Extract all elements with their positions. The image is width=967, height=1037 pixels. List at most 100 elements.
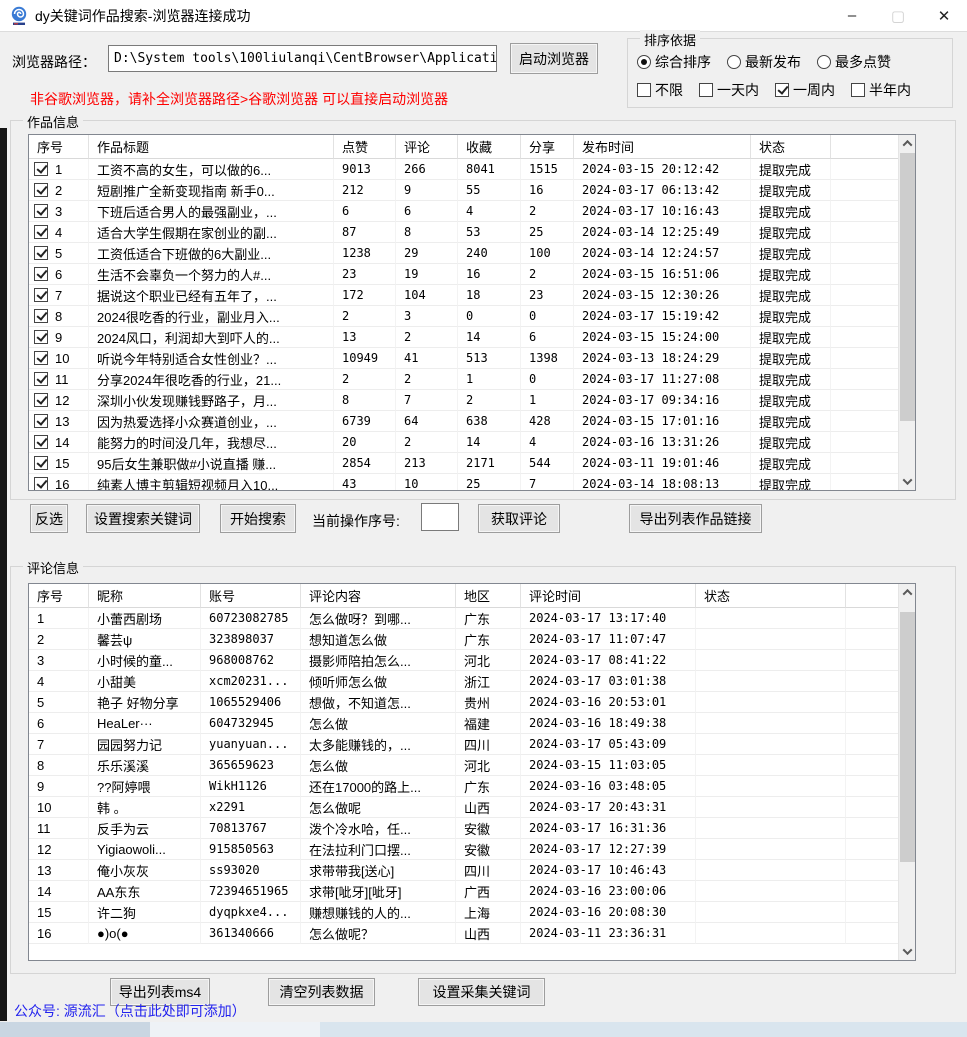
row-checkbox[interactable] bbox=[34, 330, 48, 344]
scroll-down-icon[interactable] bbox=[899, 473, 916, 490]
row-checkbox[interactable] bbox=[34, 477, 48, 491]
comments-table-row[interactable]: 4小甜美xcm20231...倾听师怎么做浙江2024-03-17 03:01:… bbox=[29, 671, 898, 692]
comments-scrollbar[interactable] bbox=[898, 584, 915, 960]
invert-selection-button[interactable]: 反选 bbox=[30, 504, 68, 533]
comments-header-region[interactable]: 地区 bbox=[456, 584, 521, 608]
comments-table-row[interactable]: 13俺小灰灰ss93020求带带我[送心]四川2024-03-17 10:46:… bbox=[29, 860, 898, 881]
works-table-row[interactable]: 82024很吃香的行业，副业月入...23002024-03-17 15:19:… bbox=[29, 306, 898, 327]
row-checkbox[interactable] bbox=[34, 225, 48, 239]
radio-icon[interactable] bbox=[727, 55, 741, 69]
scrollbar-thumb[interactable] bbox=[900, 153, 915, 421]
export-work-links-button[interactable]: 导出列表作品链接 bbox=[629, 504, 762, 533]
row-checkbox[interactable] bbox=[34, 204, 48, 218]
clear-list-button[interactable]: 清空列表数据 bbox=[268, 978, 375, 1006]
official-account-link[interactable]: 公众号: 源流汇（点击此处即可添加） bbox=[14, 1001, 246, 1021]
row-checkbox[interactable] bbox=[34, 351, 48, 365]
works-table-row[interactable]: 10听说今年特别适合女性创业？...109494151313982024-03-… bbox=[29, 348, 898, 369]
row-checkbox[interactable] bbox=[34, 246, 48, 260]
works-table-row[interactable]: 4适合大学生假期在家创业的副...87853252024-03-14 12:25… bbox=[29, 222, 898, 243]
works-table-row[interactable]: 1工资不高的女生，可以做的6...9013266804115152024-03-… bbox=[29, 159, 898, 180]
get-comments-button[interactable]: 获取评论 bbox=[478, 504, 560, 533]
checkbox-icon[interactable] bbox=[637, 83, 651, 97]
radio-icon[interactable] bbox=[637, 55, 651, 69]
checkbox-icon[interactable] bbox=[775, 83, 789, 97]
works-table-row[interactable]: 5工资低适合下班做的6大副业...1238292401002024-03-14 … bbox=[29, 243, 898, 264]
comments-table-row[interactable]: 3小时候的童...968008762摄影师陪拍怎么...河北2024-03-17… bbox=[29, 650, 898, 671]
comments-table-row[interactable]: 7园园努力记yuanyuan...太多能赚钱的，...四川2024-03-17 … bbox=[29, 734, 898, 755]
launch-browser-button[interactable]: 启动浏览器 bbox=[510, 43, 598, 74]
works-header-shares[interactable]: 分享 bbox=[521, 135, 574, 159]
comments-table-row[interactable]: 1小蕾西剧场60723082785怎么做呀？到哪...广东2024-03-17 … bbox=[29, 608, 898, 629]
works-header-time[interactable]: 发布时间 bbox=[574, 135, 751, 159]
comments-header-seq[interactable]: 序号 bbox=[29, 584, 89, 608]
set-collect-keyword-button[interactable]: 设置采集关键词 bbox=[418, 978, 545, 1006]
works-header-seq[interactable]: 序号 bbox=[29, 135, 89, 159]
current-seq-input[interactable] bbox=[421, 503, 459, 531]
row-checkbox[interactable] bbox=[34, 288, 48, 302]
comments-header-time[interactable]: 评论时间 bbox=[521, 584, 696, 608]
works-table-row[interactable]: 7据说这个职业已经有五年了，...17210418232024-03-15 12… bbox=[29, 285, 898, 306]
row-checkbox[interactable] bbox=[34, 456, 48, 470]
comments-table-row[interactable]: 8乐乐溪溪365659623怎么做河北2024-03-15 11:03:05 bbox=[29, 755, 898, 776]
works-table-row[interactable]: 92024风口，利润却大到吓人的...1321462024-03-15 15:2… bbox=[29, 327, 898, 348]
works-table-row[interactable]: 12深圳小伙发现赚钱野路子，月...87212024-03-17 09:34:1… bbox=[29, 390, 898, 411]
close-button[interactable]: ✕ bbox=[921, 0, 967, 32]
comments-table-row[interactable]: 12Yigiaowoli...915850563在法拉利门口摆...安徽2024… bbox=[29, 839, 898, 860]
comments-header-content[interactable]: 评论内容 bbox=[301, 584, 456, 608]
comments-table-row[interactable]: 11反手为云70813767泼个冷水哈，任...安徽2024-03-17 16:… bbox=[29, 818, 898, 839]
scroll-up-icon[interactable] bbox=[899, 135, 916, 152]
works-header-favorites[interactable]: 收藏 bbox=[458, 135, 521, 159]
row-checkbox[interactable] bbox=[34, 372, 48, 386]
comments-table-row[interactable]: 5艳子 好物分享1065529406想做，不知道怎...贵州2024-03-16… bbox=[29, 692, 898, 713]
row-checkbox[interactable] bbox=[34, 393, 48, 407]
comments-table-row[interactable]: 15许二狗dyqpkxe4...赚想赚钱的人的...上海2024-03-16 2… bbox=[29, 902, 898, 923]
row-checkbox[interactable] bbox=[34, 162, 48, 176]
comments-header-status[interactable]: 状态 bbox=[696, 584, 846, 608]
works-table-row[interactable]: 13因为热爱选择小众赛道创业，...6739646384282024-03-15… bbox=[29, 411, 898, 432]
works-header-comments[interactable]: 评论 bbox=[396, 135, 458, 159]
time-filter-option[interactable]: 半年内 bbox=[851, 80, 911, 100]
row-checkbox[interactable] bbox=[34, 414, 48, 428]
works-table-row[interactable]: 11分享2024年很吃香的行业，21...22102024-03-17 11:2… bbox=[29, 369, 898, 390]
start-search-button[interactable]: 开始搜索 bbox=[220, 504, 296, 533]
set-search-keyword-button[interactable]: 设置搜索关键词 bbox=[86, 504, 200, 533]
row-checkbox[interactable] bbox=[34, 309, 48, 323]
scroll-up-icon[interactable] bbox=[899, 584, 916, 601]
row-checkbox[interactable] bbox=[34, 267, 48, 281]
works-table-row[interactable]: 16纯素人博主剪辑短视频月入10...43102572024-03-14 18:… bbox=[29, 474, 898, 491]
scroll-down-icon[interactable] bbox=[899, 943, 916, 960]
works-scrollbar[interactable] bbox=[898, 135, 915, 490]
comments-table-row[interactable]: 10韩 。x2291怎么做呢山西2024-03-17 20:43:31 bbox=[29, 797, 898, 818]
comments-header-account[interactable]: 账号 bbox=[201, 584, 301, 608]
row-checkbox[interactable] bbox=[34, 183, 48, 197]
radio-icon[interactable] bbox=[817, 55, 831, 69]
checkbox-icon[interactable] bbox=[851, 83, 865, 97]
works-table-row[interactable]: 14能努力的时间没几年，我想尽...2021442024-03-16 13:31… bbox=[29, 432, 898, 453]
comments-header-nickname[interactable]: 昵称 bbox=[89, 584, 201, 608]
comments-table-row[interactable]: 6HeaLer···604732945怎么做福建2024-03-16 18:49… bbox=[29, 713, 898, 734]
cell-seq: 5 bbox=[29, 692, 89, 713]
works-table-row[interactable]: 1595后女生兼职做#小说直播 赚...285421321715442024-0… bbox=[29, 453, 898, 474]
works-header-title[interactable]: 作品标题 bbox=[89, 135, 334, 159]
minimize-button[interactable]: – bbox=[829, 0, 875, 32]
works-header-status[interactable]: 状态 bbox=[751, 135, 831, 159]
works-header-likes[interactable]: 点赞 bbox=[334, 135, 396, 159]
time-filter-option[interactable]: 一天内 bbox=[699, 80, 759, 100]
works-table-row[interactable]: 2短剧推广全新变现指南 新手0...212955162024-03-17 06:… bbox=[29, 180, 898, 201]
time-filter-option[interactable]: 不限 bbox=[637, 80, 683, 100]
sort-radio-option[interactable]: 最新发布 bbox=[727, 52, 801, 72]
time-filter-option[interactable]: 一周内 bbox=[775, 80, 835, 100]
works-table-row[interactable]: 6生活不会辜负一个努力的人#...23191622024-03-15 16:51… bbox=[29, 264, 898, 285]
checkbox-icon[interactable] bbox=[699, 83, 713, 97]
comments-table-row[interactable]: 14AA东东72394651965求带[呲牙][呲牙]广西2024-03-16 … bbox=[29, 881, 898, 902]
maximize-button[interactable]: ▢ bbox=[875, 0, 921, 32]
row-checkbox[interactable] bbox=[34, 435, 48, 449]
works-table-row[interactable]: 3下班后适合男人的最强副业，...66422024-03-17 10:16:43… bbox=[29, 201, 898, 222]
comments-table-row[interactable]: 16●)o(●361340666怎么做呢？山西2024-03-11 23:36:… bbox=[29, 923, 898, 944]
sort-radio-option[interactable]: 最多点赞 bbox=[817, 52, 891, 72]
scrollbar-thumb[interactable] bbox=[900, 612, 915, 862]
comments-table-row[interactable]: 2馨芸ψ323898037想知道怎么做广东2024-03-17 11:07:47 bbox=[29, 629, 898, 650]
comments-table-row[interactable]: 9??阿婷喂WikH1126还在17000的路上...广东2024-03-16 … bbox=[29, 776, 898, 797]
sort-radio-option[interactable]: 综合排序 bbox=[637, 52, 711, 72]
browser-path-input[interactable]: D:\System tools\100liulanqi\CentBrowser\… bbox=[108, 45, 497, 72]
